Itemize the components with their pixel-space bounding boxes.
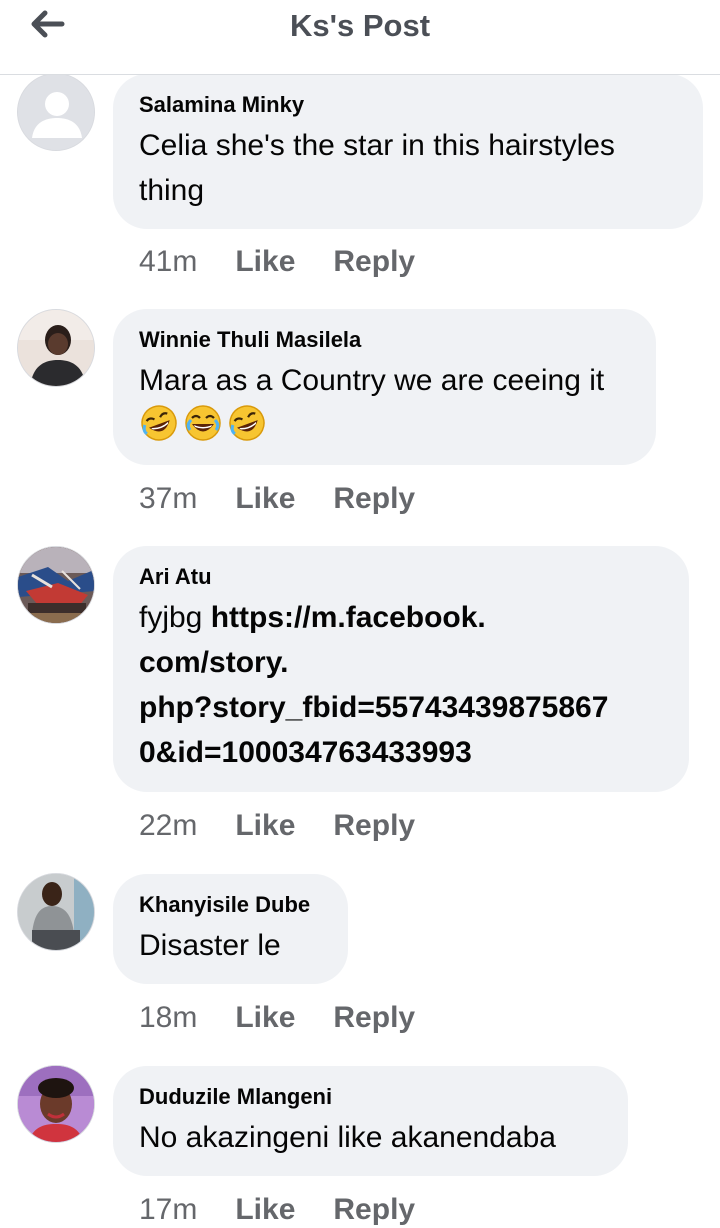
comment-bubble: Ari Atu fyjbg https://m.facebook. com/sto… bbox=[113, 546, 689, 792]
rolling-laughing-emoji bbox=[141, 405, 177, 441]
reply-button[interactable]: Reply bbox=[333, 244, 415, 280]
comment-timestamp: 18m bbox=[139, 1001, 198, 1034]
reply-button[interactable]: Reply bbox=[333, 808, 415, 844]
avatar[interactable] bbox=[17, 873, 95, 951]
app-header: Ks's Post bbox=[0, 0, 720, 75]
reply-button[interactable]: Reply bbox=[333, 1192, 415, 1228]
comment-link-part: https://m.facebook. bbox=[210, 601, 486, 634]
tears-of-joy-emoji bbox=[185, 405, 221, 441]
avatar[interactable] bbox=[17, 73, 95, 151]
comment-text: fyjbg https://m.facebook. com/story. php?s… bbox=[139, 595, 663, 775]
comment-text: Disaster le bbox=[139, 929, 281, 962]
comment-actions: 37m Like Reply bbox=[139, 481, 415, 517]
comment-timestamp: 41m bbox=[139, 245, 198, 278]
reply-button[interactable]: Reply bbox=[333, 481, 415, 517]
comment-bubble: Winnie Thuli Masilela Mara as a Country … bbox=[113, 309, 656, 465]
avatar[interactable] bbox=[17, 1065, 95, 1143]
comment-timestamp: 37m bbox=[139, 482, 198, 515]
comment-timestamp: 17m bbox=[139, 1193, 198, 1226]
comment-feed: Salamina Minky Celia she's the star in t… bbox=[0, 0, 720, 1226]
like-button[interactable]: Like bbox=[235, 808, 295, 844]
comment-actions: 17m Like Reply bbox=[139, 1192, 415, 1228]
avatar[interactable] bbox=[17, 546, 95, 624]
comment-link-part: 0&id=100034763433993 bbox=[139, 736, 472, 769]
like-button[interactable]: Like bbox=[235, 481, 295, 517]
comment-author[interactable]: Khanyisile Dube bbox=[139, 891, 322, 919]
comment-text: No akazingeni like akanendaba bbox=[139, 1121, 556, 1154]
rolling-laughing-emoji bbox=[229, 405, 265, 441]
comment-author[interactable]: Ari Atu bbox=[139, 563, 663, 591]
comment-text: Celia she's the star in this hairstyles … bbox=[139, 129, 615, 207]
default-avatar-icon bbox=[18, 74, 94, 150]
comment-text-prefix: fyjbg bbox=[139, 601, 211, 634]
user-photo bbox=[18, 874, 94, 950]
comment-bubble: Khanyisile Dube Disaster le bbox=[113, 874, 348, 984]
like-button[interactable]: Like bbox=[235, 1000, 295, 1036]
comment-link-part: php?story_fbid=55743439875867 bbox=[139, 691, 609, 724]
comment-text: Mara as a Country we are ceeing it bbox=[139, 358, 630, 448]
comment-author[interactable]: Winnie Thuli Masilela bbox=[139, 326, 630, 354]
comment-text-content: Mara as a Country we are ceeing it bbox=[139, 364, 605, 397]
comment-actions: 41m Like Reply bbox=[139, 244, 415, 280]
like-button[interactable]: Like bbox=[235, 244, 295, 280]
page-title: Ks's Post bbox=[289, 8, 431, 43]
comment-author[interactable]: Duduzile Mlangeni bbox=[139, 1083, 602, 1111]
comment-author[interactable]: Salamina Minky bbox=[139, 91, 677, 119]
comment-timestamp: 22m bbox=[139, 809, 198, 842]
comment-bubble: Salamina Minky Celia she's the star in t… bbox=[113, 74, 703, 229]
user-photo bbox=[18, 310, 94, 386]
comment-actions: 18m Like Reply bbox=[139, 1000, 415, 1036]
comment-link-part: com/story. bbox=[139, 646, 289, 679]
comment-bubble: Duduzile Mlangeni No akazingeni like aka… bbox=[113, 1066, 628, 1176]
like-button[interactable]: Like bbox=[235, 1192, 295, 1228]
reply-button[interactable]: Reply bbox=[333, 1000, 415, 1036]
user-photo bbox=[18, 1066, 94, 1142]
user-photo bbox=[18, 547, 94, 623]
comment-actions: 22m Like Reply bbox=[139, 808, 415, 844]
avatar[interactable] bbox=[17, 309, 95, 387]
